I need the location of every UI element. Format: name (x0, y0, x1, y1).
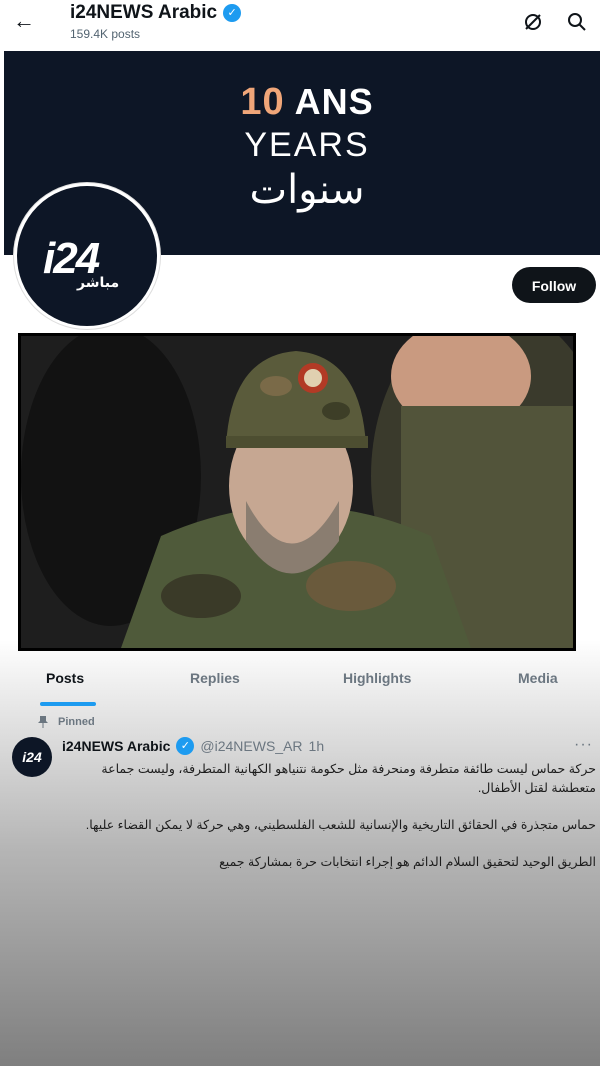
pinned-label: Pinned (58, 716, 95, 728)
profile-tabs: Posts Replies Highlights Media (0, 662, 600, 706)
tab-highlights[interactable]: Highlights (343, 670, 411, 686)
account-name: i24NEWS Arabic (70, 2, 218, 23)
post-paragraph: حركة حماس ليست طائفة متطرفة ومنحرفة مثل … (101, 762, 596, 795)
tab-replies[interactable]: Replies (190, 670, 240, 686)
pinned-indicator: Pinned (38, 716, 95, 728)
video-frame-image (21, 336, 573, 648)
post-paragraph: حماس متجذرة في الحقائق التاريخية والإنسا… (85, 818, 596, 832)
post-paragraph: الطريق الوحيد لتحقيق السلام الدائم هو إج… (219, 855, 596, 869)
verified-badge-icon: ✓ (223, 4, 242, 22)
pin-icon (38, 716, 48, 728)
more-options-icon[interactable]: ··· (574, 736, 593, 754)
profile-avatar[interactable]: i24 مباشر (14, 183, 160, 329)
tab-media[interactable]: Media (518, 670, 558, 686)
tab-posts[interactable]: Posts (46, 670, 84, 686)
post-avatar[interactable]: i24 (12, 737, 52, 777)
profile-header: i24NEWS Arabic ✓ 159.4K posts (70, 2, 242, 41)
post-timestamp: 1h (308, 738, 325, 754)
banner-ans: ANS (294, 81, 374, 122)
top-bar: ← i24NEWS Arabic ✓ 159.4K posts (0, 0, 600, 50)
banner-years: YEARS (244, 126, 370, 164)
video-player[interactable] (18, 333, 576, 651)
banner-ten: 10 (240, 81, 285, 123)
follow-button[interactable]: Follow (512, 267, 596, 303)
post-author-name[interactable]: i24NEWS Arabic (62, 738, 170, 754)
banner-arabic: سنوات (249, 168, 365, 212)
active-tab-indicator (40, 702, 96, 706)
avatar-sub-text: مباشر (77, 274, 120, 290)
post-author-handle[interactable]: @i24NEWS_AR (200, 738, 302, 754)
post-header: i24NEWS Arabic ✓ @i24NEWS_AR 1h (62, 737, 324, 755)
back-arrow-icon[interactable]: ← (12, 8, 36, 34)
account-title: i24NEWS Arabic ✓ (70, 2, 242, 24)
grok-icon[interactable] (521, 10, 545, 34)
post-text: حركة حماس ليست طائفة متطرفة ومنحرفة مثل … (62, 760, 596, 890)
search-icon[interactable] (565, 10, 589, 34)
verified-badge-icon: ✓ (176, 737, 195, 755)
banner-text: 10 ANS YEARS سنوات (232, 81, 382, 213)
posts-count: 159.4K posts (70, 27, 141, 41)
